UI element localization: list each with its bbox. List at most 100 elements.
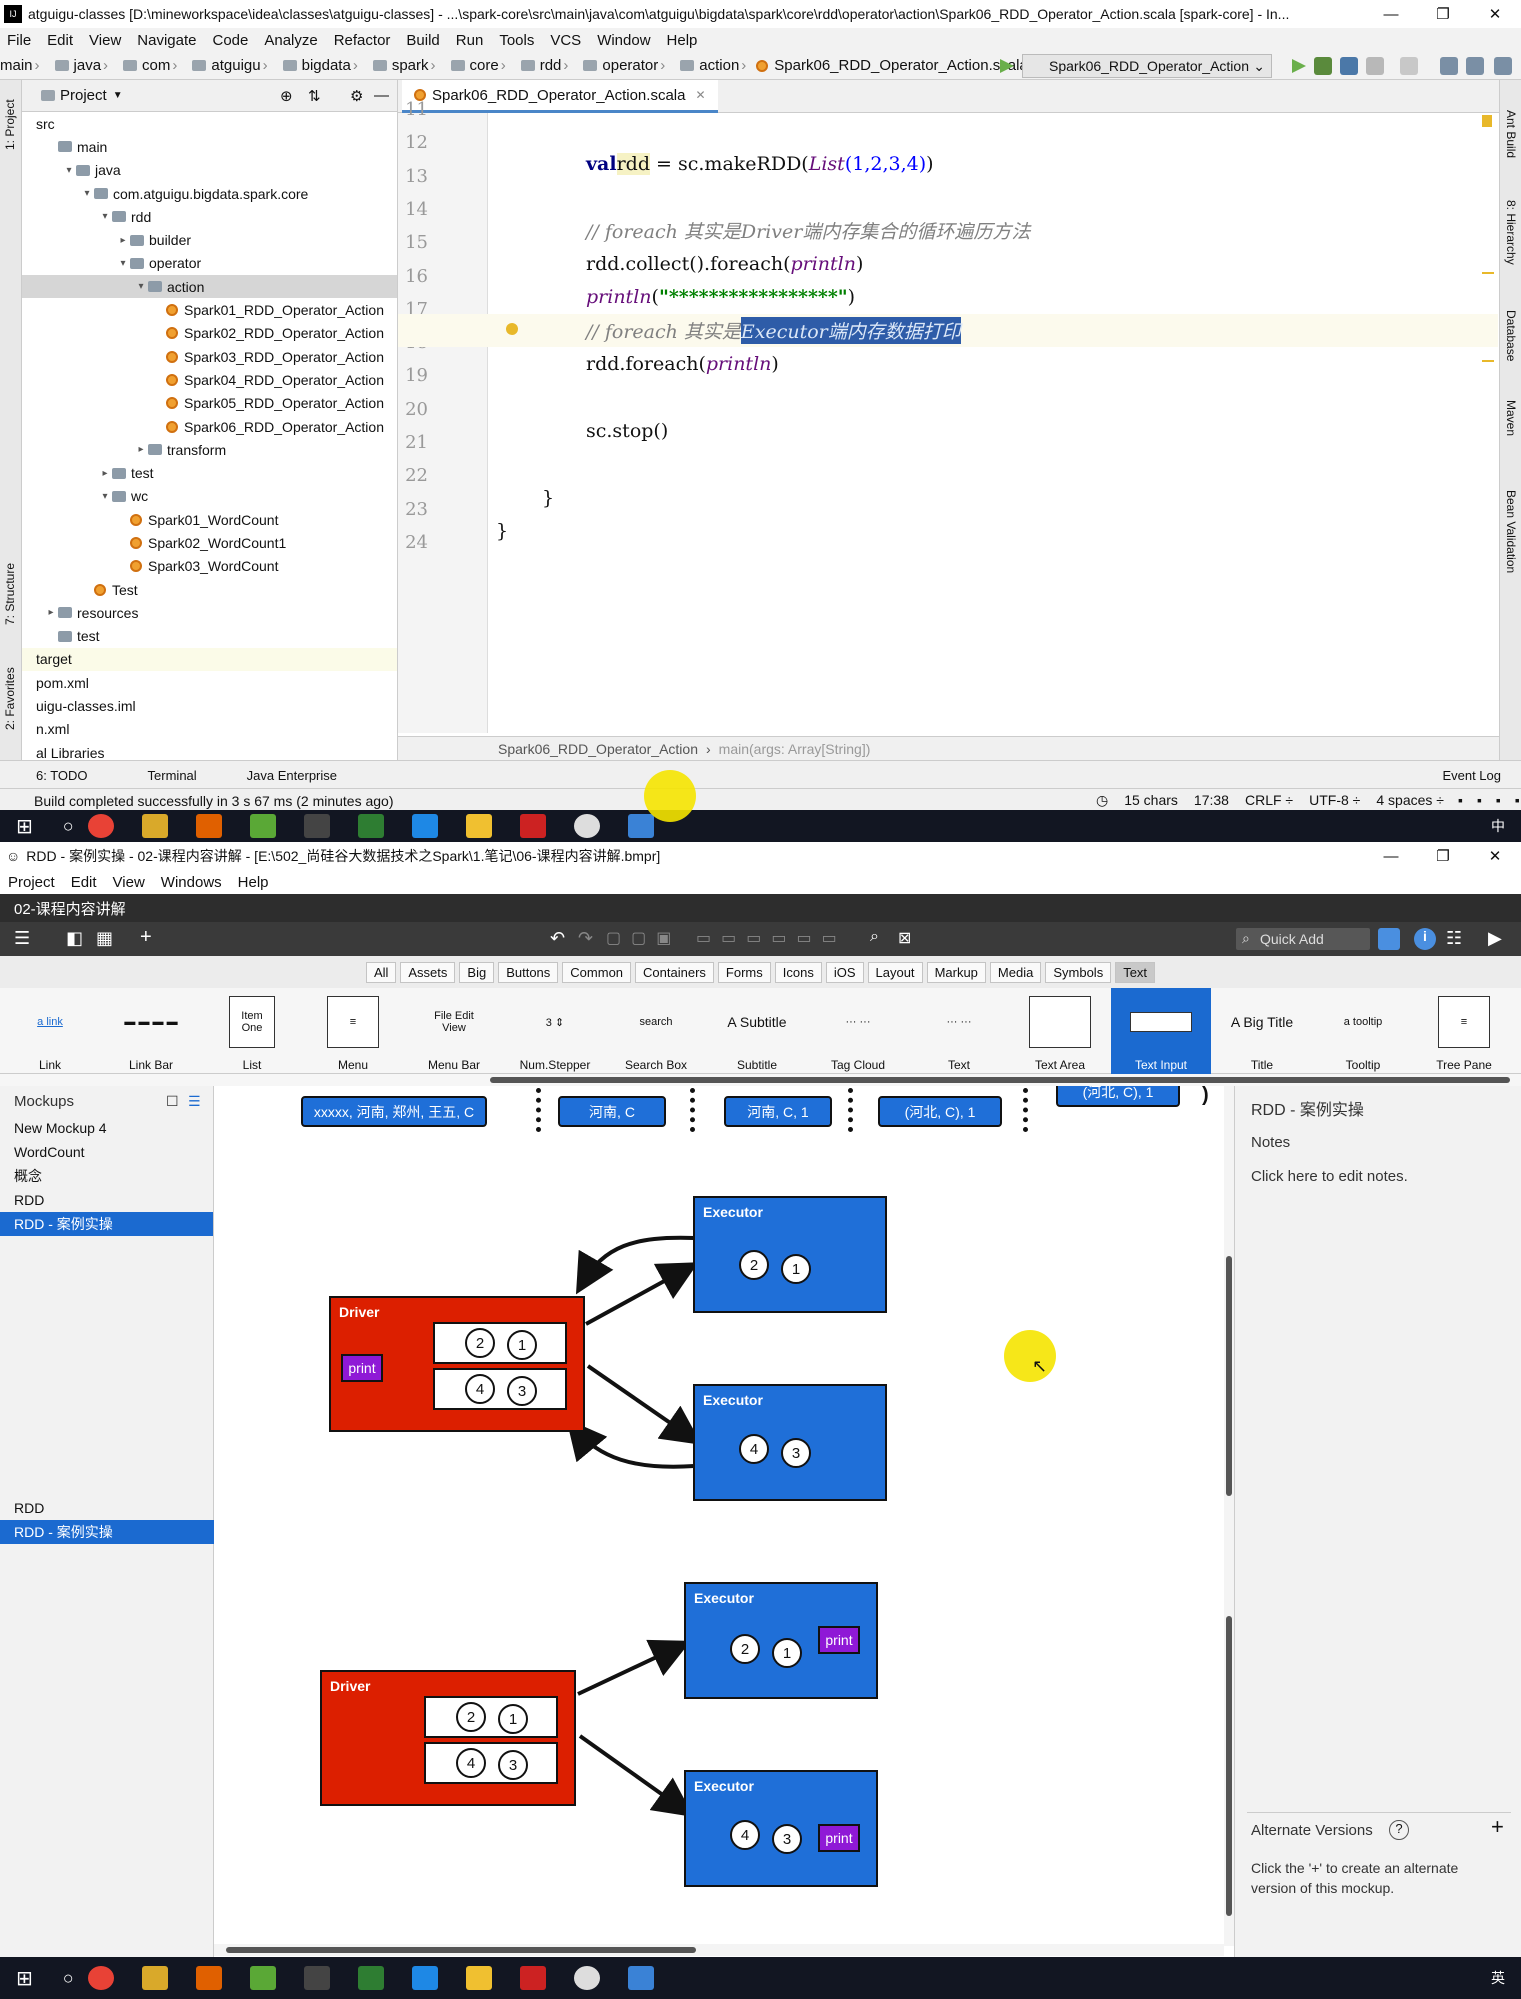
chrome-icon[interactable]	[87, 814, 114, 838]
status-item[interactable]: CRLF ÷	[1245, 792, 1293, 809]
close-icon[interactable]: ⊠	[898, 928, 911, 948]
driver-box[interactable]: Driver print 2 1 4 3	[329, 1296, 585, 1432]
canvas-vscroll[interactable]	[1224, 1086, 1234, 1946]
locate-icon[interactable]: ⊕	[280, 87, 293, 105]
status-item[interactable]: UTF-8 ÷	[1309, 792, 1360, 809]
tree-item[interactable]: ▾ action	[22, 275, 397, 299]
grid-icon[interactable]: ▦	[96, 928, 113, 949]
tree-item[interactable]: ▾ operator	[22, 252, 397, 275]
mockup-item[interactable]: RDD - 案例实操	[0, 1212, 213, 1236]
restore-button[interactable]: ❐	[1417, 0, 1469, 28]
category-assets[interactable]: Assets	[400, 961, 456, 983]
bean-validation-tab[interactable]: Bean Validation	[1504, 490, 1518, 573]
tree-item[interactable]: ▸ resources	[22, 601, 397, 624]
terminal-tab[interactable]: Terminal	[148, 768, 197, 783]
executor-box[interactable]: Executor 4 3 print	[684, 1770, 878, 1887]
mindfree-icon[interactable]	[141, 814, 168, 838]
restore-button[interactable]: ❐	[1417, 842, 1469, 870]
executor-box[interactable]: Executor 2 1	[693, 1196, 887, 1313]
add-icon[interactable]: +	[140, 926, 152, 949]
library-item-link-bar[interactable]: ▬ ▬ ▬ ▬ Link Bar	[101, 988, 201, 1074]
expand-arrow-icon[interactable]: ▸	[134, 444, 148, 455]
minimize-button[interactable]: —	[1365, 842, 1417, 870]
expand-arrow-icon[interactable]: ▾	[98, 491, 112, 502]
close-button[interactable]: ✕	[1469, 0, 1521, 28]
library-item-link[interactable]: a link Link	[0, 988, 100, 1074]
project-tool-tab[interactable]: 1: Project	[3, 99, 17, 150]
scroll-thumb[interactable]	[1226, 1256, 1232, 1496]
canvas-hscroll[interactable]	[214, 1944, 1224, 1956]
list-view-icon[interactable]: ☰	[188, 1093, 201, 1110]
memory-icon[interactable]: ▪	[1515, 792, 1520, 809]
menu-item-analyze[interactable]: Analyze	[264, 32, 317, 49]
git-icon[interactable]: ▪	[1477, 792, 1482, 809]
mockup-item[interactable]: 概念	[0, 1164, 213, 1188]
project-structure-icon[interactable]	[1440, 57, 1458, 75]
executor-box[interactable]: Executor 2 1 print	[684, 1582, 878, 1699]
gear-icon[interactable]: ▪	[1496, 792, 1501, 809]
tree-item[interactable]: Spark03_RDD_Operator_Action	[22, 345, 397, 368]
breadcrumb-item[interactable]: rdd ›	[516, 57, 571, 74]
breadcrumb-item[interactable]: java ›	[50, 57, 111, 74]
hierarchy-tab[interactable]: 8: Hierarchy	[1504, 200, 1518, 265]
todo-tab[interactable]: 6: TODO	[36, 768, 88, 783]
tree-item[interactable]: ▾ java	[22, 159, 397, 182]
app-icon[interactable]	[249, 814, 276, 838]
scroll-thumb[interactable]	[490, 1077, 1510, 1083]
quick-add-input[interactable]: ⌕ Quick Add	[1236, 928, 1370, 950]
status-item[interactable]: 17:38	[1194, 792, 1229, 809]
ui-library-icon[interactable]	[1378, 928, 1400, 950]
category-all[interactable]: All	[365, 961, 397, 983]
stop-icon[interactable]	[1400, 57, 1418, 75]
windows-start-icon[interactable]: ⊞	[16, 1966, 33, 1991]
editor-tab-active[interactable]: Spark06_RDD_Operator_Action.scala ✕	[402, 80, 718, 113]
menu-item-help[interactable]: Help	[667, 32, 698, 49]
thumbnail-view-icon[interactable]: ☐	[166, 1093, 179, 1110]
tree-item[interactable]: Spark02_WordCount1	[22, 531, 397, 554]
chrome-icon[interactable]	[87, 1966, 114, 1990]
tree-item[interactable]: Spark04_RDD_Operator_Action	[22, 368, 397, 391]
explorer-icon[interactable]	[465, 1966, 492, 1990]
app-icon[interactable]	[627, 814, 654, 838]
redo-icon[interactable]: ↷	[578, 928, 593, 949]
tree-item[interactable]: Spark01_WordCount	[22, 508, 397, 531]
menu-item-navigate[interactable]: Navigate	[137, 32, 196, 49]
lock-icon[interactable]: ▪	[1458, 792, 1463, 809]
explorer-icon[interactable]	[465, 814, 492, 838]
search-icon[interactable]: ○	[63, 816, 74, 837]
category-layout[interactable]: Layout	[867, 961, 923, 983]
category-ios[interactable]: iOS	[825, 961, 864, 983]
menu-item-build[interactable]: Build	[406, 32, 439, 49]
app-icon[interactable]	[303, 1966, 330, 1990]
menu-item-help[interactable]: Help	[238, 874, 269, 891]
search-icon[interactable]	[1494, 57, 1512, 75]
panel-icon[interactable]: ◧	[66, 928, 83, 949]
menu-item-view[interactable]: View	[113, 874, 145, 891]
menu-item-refactor[interactable]: Refactor	[334, 32, 391, 49]
app-icon[interactable]	[195, 1966, 222, 1990]
executor-box[interactable]: Executor 4 3	[693, 1384, 887, 1501]
undo-icon[interactable]: ↶	[550, 928, 565, 949]
help-icon[interactable]: ?	[1389, 1820, 1409, 1840]
edit-icons[interactable]: ▢▢▣	[606, 928, 681, 948]
library-item-text-area[interactable]: Text Area	[1010, 988, 1110, 1074]
menu-item-file[interactable]: File	[7, 32, 31, 49]
tree-item[interactable]: target	[22, 647, 397, 672]
add-alternate-icon[interactable]: +	[1491, 1814, 1504, 1840]
app-icon[interactable]	[195, 814, 222, 838]
menu-item-windows[interactable]: Windows	[161, 874, 222, 891]
category-markup[interactable]: Markup	[926, 961, 986, 983]
search-icon[interactable]: ⌕	[870, 928, 879, 946]
breadcrumb-item[interactable]: Spark06_RDD_Operator_Action.scala	[756, 57, 1028, 74]
minimize-button[interactable]: —	[1365, 0, 1417, 28]
category-containers[interactable]: Containers	[635, 961, 714, 983]
warning-marker-icon[interactable]	[1482, 115, 1492, 127]
menu-icon[interactable]: ☰	[14, 928, 30, 949]
tree-item[interactable]: ▸ builder	[22, 228, 397, 251]
library-item-menu-bar[interactable]: File Edit View Menu Bar	[404, 988, 504, 1074]
tree-item[interactable]: n.xml	[22, 718, 397, 741]
chevron-down-icon[interactable]: ▼	[113, 90, 123, 101]
breadcrumb-method[interactable]: main(args: Array[String])	[719, 741, 871, 757]
tree-item[interactable]: ▾ com.atguigu.bigdata.spark.core	[22, 182, 397, 205]
mindfree-icon[interactable]	[141, 1966, 168, 1990]
